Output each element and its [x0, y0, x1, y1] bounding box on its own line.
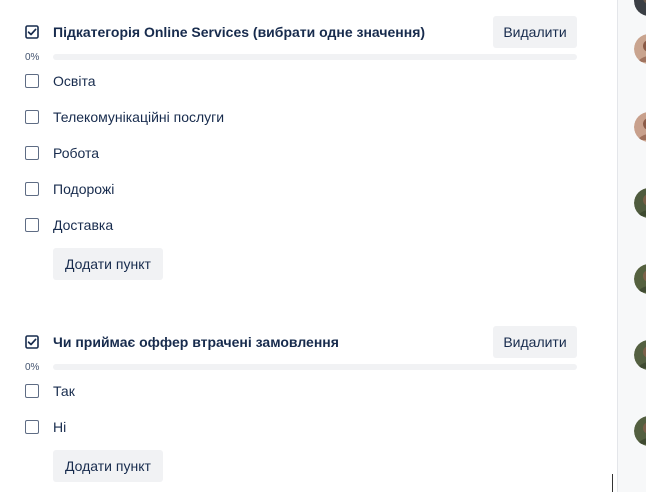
- checkbox-checked-icon: [25, 335, 39, 349]
- item-checkbox[interactable]: [25, 110, 39, 124]
- checklist-title[interactable]: Чи приймає оффер втрачені замовлення: [53, 333, 339, 351]
- checklist-items: Так Ні: [25, 376, 577, 448]
- checklist-item[interactable]: Доставка: [25, 210, 577, 246]
- checklist-title[interactable]: Підкатегорія Online Services (вибрати од…: [53, 23, 425, 41]
- checkbox-checked-icon: [25, 25, 39, 39]
- checklist-item[interactable]: Ні: [25, 412, 577, 448]
- progress-percentage: 0%: [25, 362, 40, 373]
- item-label[interactable]: Ні: [53, 418, 66, 436]
- checklists-panel: Підкатегорія Online Services (вибрати од…: [0, 0, 600, 492]
- checklist-progress: 0%: [25, 48, 577, 66]
- delete-checklist-button[interactable]: Видалити: [493, 326, 577, 358]
- user-avatar-icon[interactable]: [634, 264, 646, 294]
- scrollbar-caret: [612, 474, 613, 492]
- item-label[interactable]: Освіта: [53, 72, 95, 90]
- item-label[interactable]: Телекомунікаційні послуги: [53, 108, 224, 126]
- user-avatar-icon[interactable]: [634, 416, 646, 446]
- user-avatar-icon[interactable]: [634, 0, 646, 16]
- checklist-header: Чи приймає оффер втрачені замовлення Вид…: [25, 326, 577, 358]
- add-item-button[interactable]: Додати пункт: [53, 248, 163, 280]
- item-checkbox[interactable]: [25, 384, 39, 398]
- user-avatar-icon[interactable]: [634, 34, 646, 64]
- checklist-item[interactable]: Подорожі: [25, 174, 577, 210]
- progress-bar-track: [53, 364, 577, 370]
- item-label[interactable]: Робота: [53, 144, 99, 162]
- user-avatar-icon[interactable]: [634, 188, 646, 218]
- activity-sidebar: [617, 0, 646, 492]
- delete-checklist-button[interactable]: Видалити: [493, 16, 577, 48]
- progress-percentage: 0%: [25, 52, 40, 63]
- item-label[interactable]: Доставка: [53, 216, 113, 234]
- card-detail-page: Підкатегорія Online Services (вибрати од…: [0, 0, 646, 492]
- add-item-row: Додати пункт: [25, 246, 577, 286]
- progress-bar-track: [53, 54, 577, 60]
- checklist-items: Освіта Телекомунікаційні послуги Робота …: [25, 66, 577, 246]
- checklist-online-services: Підкатегорія Online Services (вибрати од…: [25, 16, 577, 286]
- checklist-item[interactable]: Робота: [25, 138, 577, 174]
- user-avatar-icon[interactable]: [634, 340, 646, 370]
- checklist-header: Підкатегорія Online Services (вибрати од…: [25, 16, 577, 48]
- checklist-progress: 0%: [25, 358, 577, 376]
- item-checkbox[interactable]: [25, 146, 39, 160]
- checklist-item[interactable]: Освіта: [25, 66, 577, 102]
- item-checkbox[interactable]: [25, 182, 39, 196]
- item-label[interactable]: Подорожі: [53, 180, 114, 198]
- add-item-button[interactable]: Додати пункт: [53, 450, 163, 482]
- add-item-row: Додати пункт: [25, 448, 577, 488]
- checklist-item[interactable]: Телекомунікаційні послуги: [25, 102, 577, 138]
- item-label[interactable]: Так: [53, 382, 75, 400]
- item-checkbox[interactable]: [25, 74, 39, 88]
- checklist-item[interactable]: Так: [25, 376, 577, 412]
- user-avatar-icon[interactable]: [634, 112, 646, 142]
- checklist-lost-orders: Чи приймає оффер втрачені замовлення Вид…: [25, 326, 577, 488]
- item-checkbox[interactable]: [25, 218, 39, 232]
- item-checkbox[interactable]: [25, 420, 39, 434]
